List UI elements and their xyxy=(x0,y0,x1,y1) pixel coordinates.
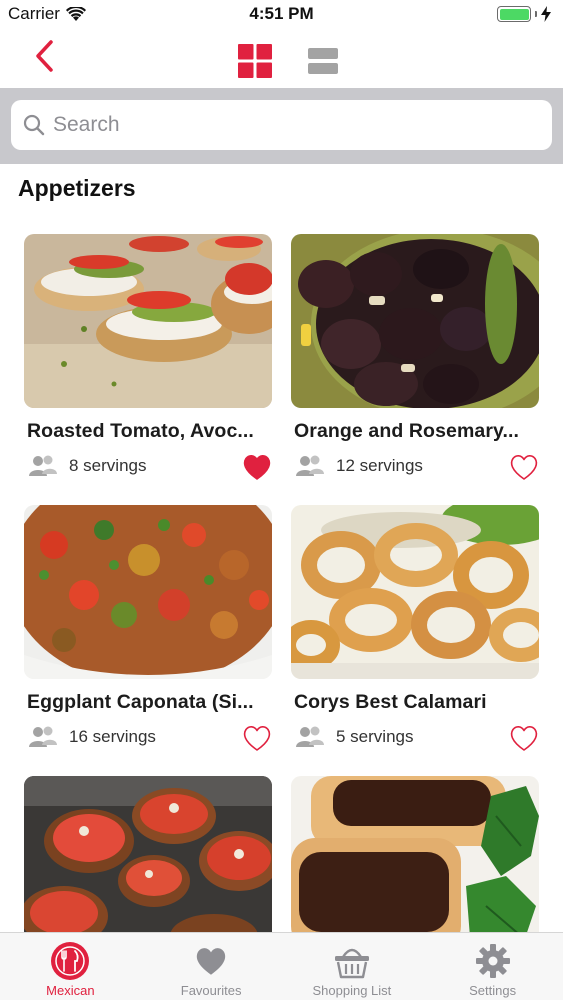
servings-count: 16 servings xyxy=(69,727,156,746)
search-icon xyxy=(23,114,45,136)
tab-label: Favourites xyxy=(180,983,242,998)
recipe-title: Orange and Rosemary... xyxy=(294,420,520,442)
gear-icon xyxy=(473,941,513,981)
recipe-grid: Roasted Tomato, Avoc... 8 servings Orang… xyxy=(0,234,563,934)
recipe-meta: 8 servings xyxy=(29,449,274,483)
recipe-image xyxy=(291,505,539,679)
back-button[interactable] xyxy=(26,36,62,76)
favourite-heart-outline-icon[interactable] xyxy=(242,724,272,752)
favourite-heart-outline-icon[interactable] xyxy=(509,453,539,481)
search-input[interactable] xyxy=(53,113,533,137)
people-icon xyxy=(29,455,57,476)
grid-view-button[interactable] xyxy=(238,44,272,78)
people-icon xyxy=(29,726,57,747)
people-icon xyxy=(296,726,324,747)
favourite-heart-icon[interactable] xyxy=(242,453,272,481)
tab-bar: Mexican Favourites Shopping List Setting… xyxy=(0,932,563,1000)
recipe-card[interactable] xyxy=(291,776,541,934)
recipe-meta: 16 servings xyxy=(29,720,274,754)
recipe-card[interactable]: Corys Best Calamari 5 servings xyxy=(291,505,541,754)
recipe-card[interactable] xyxy=(24,776,274,934)
tab-shopping-list[interactable]: Shopping List xyxy=(282,933,423,1000)
grid-view-icon xyxy=(238,44,272,78)
search-field[interactable] xyxy=(11,100,552,150)
recipe-title: Corys Best Calamari xyxy=(294,691,487,713)
recipe-image xyxy=(24,234,272,408)
list-view-icon xyxy=(308,48,338,74)
navigation-bar xyxy=(0,30,563,88)
recipe-title: Roasted Tomato, Avoc... xyxy=(27,420,254,442)
servings-count: 5 servings xyxy=(336,727,414,746)
recipe-image xyxy=(24,505,272,679)
recipe-image xyxy=(24,776,272,934)
servings-count: 8 servings xyxy=(69,456,147,475)
people-icon xyxy=(296,455,324,476)
tab-label: Shopping List xyxy=(312,983,392,998)
favourite-heart-outline-icon[interactable] xyxy=(509,724,539,752)
charging-icon xyxy=(541,6,551,22)
fork-knife-plate-icon xyxy=(50,941,90,981)
battery-indicator xyxy=(497,6,551,22)
carrier-indicator: Carrier xyxy=(8,4,86,24)
recipe-card[interactable]: Orange and Rosemary... 12 servings xyxy=(291,234,541,483)
section-title: Appetizers xyxy=(18,175,136,201)
servings-count: 12 servings xyxy=(336,456,423,475)
battery-icon xyxy=(497,6,531,22)
tab-favourites[interactable]: Favourites xyxy=(141,933,282,1000)
recipe-title: Eggplant Caponata (Si... xyxy=(27,691,254,713)
status-bar: Carrier 4:51 PM xyxy=(0,0,563,30)
tab-mexican[interactable]: Mexican xyxy=(0,933,141,1000)
tab-settings[interactable]: Settings xyxy=(422,933,563,1000)
search-bar xyxy=(0,88,563,164)
tab-label: Mexican xyxy=(46,983,95,998)
recipe-meta: 12 servings xyxy=(296,449,541,483)
recipe-card[interactable]: Eggplant Caponata (Si... 16 servings xyxy=(24,505,274,754)
recipe-image xyxy=(291,776,539,934)
list-view-button[interactable] xyxy=(308,46,338,76)
wifi-icon xyxy=(65,6,86,21)
chevron-left-icon xyxy=(36,40,53,72)
recipe-card[interactable]: Roasted Tomato, Avoc... 8 servings xyxy=(24,234,274,483)
tab-label: Settings xyxy=(469,983,517,998)
recipe-image xyxy=(291,234,539,408)
carrier-label: Carrier xyxy=(8,4,60,23)
recipe-meta: 5 servings xyxy=(296,720,541,754)
basket-icon xyxy=(332,941,372,981)
heart-icon xyxy=(191,941,231,981)
